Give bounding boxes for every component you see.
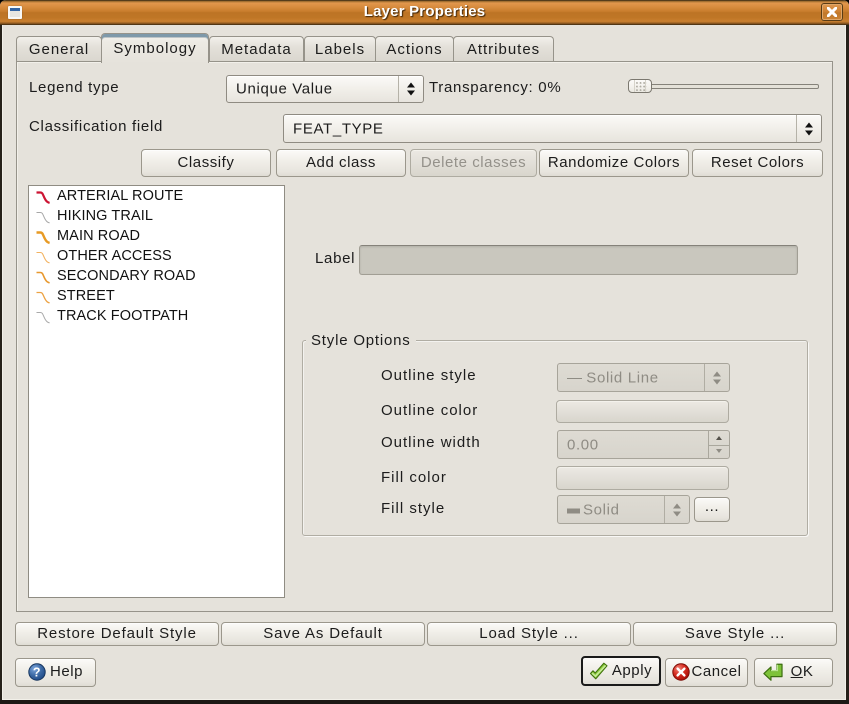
svg-text:?: ? xyxy=(33,666,41,680)
